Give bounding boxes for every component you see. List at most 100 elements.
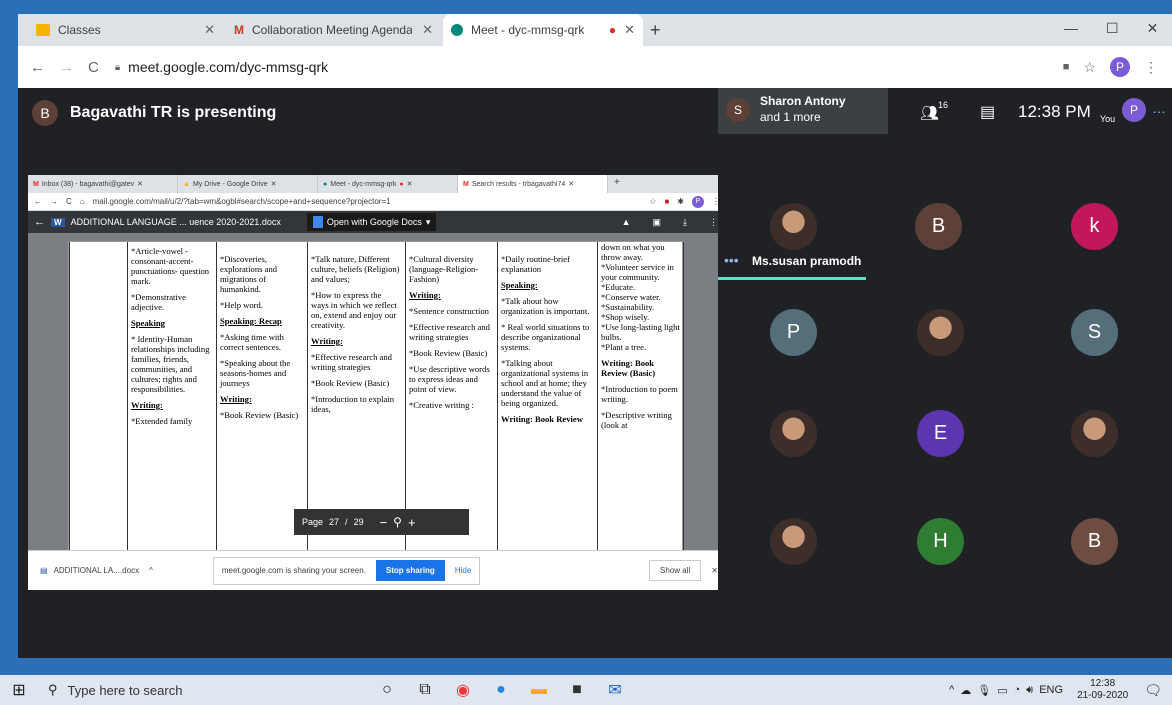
pinned-box[interactable]: S Sharon Antony and 1 more xyxy=(718,88,888,134)
star-icon[interactable]: ☆ xyxy=(649,197,656,206)
cortana-icon[interactable]: ○ xyxy=(368,675,406,705)
extension-icon[interactable]: ■ xyxy=(664,197,669,206)
close-icon[interactable]: ✕ xyxy=(407,180,413,188)
participant-tile[interactable] xyxy=(770,518,817,565)
close-icon[interactable]: ✕ xyxy=(137,180,143,188)
edge-icon[interactable]: ● xyxy=(482,675,520,705)
download-file-name[interactable]: ADDITIONAL LA....docx xyxy=(54,566,140,575)
url-field[interactable]: meet.google.com/dyc-mmsg-qrk xyxy=(128,59,328,75)
close-icon[interactable]: ✕ xyxy=(711,566,718,575)
word-icon: W xyxy=(51,217,65,227)
participant-tile[interactable] xyxy=(917,309,964,356)
page-number-input[interactable]: 27 xyxy=(329,517,339,527)
onedrive-icon[interactable]: ☁ xyxy=(960,684,971,697)
back-icon[interactable]: ← xyxy=(34,216,45,228)
doc-col-5: *Daily routine-brief explanation Speaking… xyxy=(501,254,590,424)
close-icon[interactable]: ✕ xyxy=(624,22,635,38)
reload-icon[interactable]: C xyxy=(66,197,72,206)
task-view-icon[interactable]: ⧉ xyxy=(406,675,444,705)
more-options-icon[interactable]: … xyxy=(1152,100,1166,116)
participant-tile[interactable]: B xyxy=(1071,518,1118,565)
close-icon[interactable]: ✕ xyxy=(568,180,574,188)
close-icon[interactable]: ✕ xyxy=(422,22,433,38)
new-tab-button[interactable]: + xyxy=(608,175,626,193)
hide-button[interactable]: Hide xyxy=(455,566,471,575)
close-icon[interactable]: ✕ xyxy=(204,22,215,38)
stop-sharing-button[interactable]: Stop sharing xyxy=(375,560,445,581)
gmail-icon: M xyxy=(234,23,244,37)
zoom-in-icon[interactable]: + xyxy=(408,515,416,530)
back-icon[interactable]: ← xyxy=(30,59,45,76)
volume-icon[interactable]: 🔊︎ xyxy=(1026,684,1033,697)
outer-browser: Classes ✕ M Collaboration Meeting Agenda… xyxy=(18,14,1172,88)
participant-tile[interactable]: S xyxy=(1071,309,1118,356)
battery-icon[interactable]: ▭ xyxy=(997,684,1007,697)
print-icon[interactable]: ▣ xyxy=(653,217,662,228)
language-indicator[interactable]: ENG xyxy=(1039,684,1063,696)
search-icon: ⚲ xyxy=(48,682,58,697)
chrome-icon[interactable]: ◉ xyxy=(444,675,482,705)
participant-tile[interactable] xyxy=(770,203,817,250)
more-icon[interactable]: ⋮ xyxy=(709,217,718,228)
maximize-button[interactable]: ☐ xyxy=(1106,20,1119,37)
forward-icon[interactable]: → xyxy=(59,59,74,76)
windows-start-icon[interactable]: ⊞ xyxy=(0,675,38,705)
chevron-up-icon[interactable]: ^ xyxy=(949,684,954,696)
address-bar-row: ← → C 🔒︎ meet.google.com/dyc-mmsg-qrk ■ … xyxy=(18,46,1172,88)
home-icon[interactable]: ⌂ xyxy=(80,197,85,206)
star-icon[interactable]: ☆ xyxy=(1083,59,1096,76)
participant-tile[interactable]: k xyxy=(1071,203,1118,250)
profile-avatar[interactable]: P xyxy=(1110,57,1130,77)
clock[interactable]: 12:38 21-09-2020 xyxy=(1077,678,1128,702)
taskbar-search[interactable]: ⚲ Type here to search xyxy=(38,675,338,705)
participant-tile[interactable]: E xyxy=(917,410,964,457)
inner-profile-avatar[interactable]: P xyxy=(692,195,704,208)
tab-agenda[interactable]: M Collaboration Meeting Agenda - ✕ xyxy=(226,14,441,46)
inner-url[interactable]: mail.google.com/mail/u/2/?tab=wm&ogbl#se… xyxy=(93,197,391,206)
forward-icon[interactable]: → xyxy=(50,197,58,206)
puzzle-icon[interactable]: ✱ xyxy=(677,197,684,206)
file-explorer-icon[interactable]: ▬ xyxy=(520,675,558,705)
inner-tab-meet[interactable]: ● Meet - dyc-mmsg-qrk ● ✕ xyxy=(318,175,458,193)
close-icon[interactable]: ✕ xyxy=(271,180,277,188)
meet-icon: ● xyxy=(323,180,328,188)
tab-classes[interactable]: Classes ✕ xyxy=(28,14,223,46)
recording-dot-icon: ● xyxy=(399,180,404,188)
download-icon[interactable]: ⤓ xyxy=(683,217,687,228)
tab-meet[interactable]: Meet - dyc-mmsg-qrk ● ✕ xyxy=(443,14,643,46)
notifications-icon[interactable]: 🗨︎ xyxy=(1144,682,1162,699)
participant-tile[interactable] xyxy=(770,410,817,457)
participant-tile[interactable]: H xyxy=(917,518,964,565)
chevron-up-icon[interactable]: ^ xyxy=(149,566,153,575)
new-tab-button[interactable]: + xyxy=(650,20,661,41)
microphone-icon[interactable]: 🎙︎ xyxy=(977,684,991,697)
lock-icon: 🔒︎ xyxy=(114,61,121,73)
reload-icon[interactable]: C xyxy=(88,59,99,76)
show-all-button[interactable]: Show all xyxy=(649,560,702,581)
back-icon[interactable]: ← xyxy=(34,197,42,206)
inner-tab-drive[interactable]: ▲ My Drive - Google Drive ✕ xyxy=(178,175,318,193)
window-close-button[interactable]: ✕ xyxy=(1147,20,1159,37)
speaking-icon: ••• xyxy=(724,252,739,268)
zoom-out-icon[interactable]: − xyxy=(380,515,388,530)
participant-tile[interactable]: P xyxy=(770,309,817,356)
mail-icon[interactable]: ✉ xyxy=(596,675,634,705)
camera-icon[interactable]: ■ xyxy=(1063,61,1070,73)
document-page: *Article-vowel - consonant-accent- punct… xyxy=(68,241,684,590)
chat-icon[interactable]: ▤ xyxy=(980,102,995,122)
menu-icon[interactable]: ⋮ xyxy=(1144,59,1158,76)
doc-col-6: down on what you throw away. *Volunteer s… xyxy=(601,242,680,430)
inner-tab-inbox[interactable]: M Inbox (38) - bagavathi@gatev ✕ xyxy=(28,175,178,193)
participant-tile[interactable] xyxy=(1071,410,1118,457)
participant-tile[interactable]: B xyxy=(915,203,962,250)
add-to-drive-icon[interactable]: ▲ xyxy=(622,217,631,227)
taskbar: ⊞ ⚲ Type here to search ○ ⧉ ◉ ● ▬ ■ ✉ ^ … xyxy=(0,675,1172,705)
open-with-docs-button[interactable]: Open with Google Docs ▾ xyxy=(306,213,437,231)
wifi-icon[interactable]: ◔ xyxy=(1014,684,1021,696)
store-icon[interactable]: ■ xyxy=(558,675,596,705)
people-icon[interactable]: 👥︎ xyxy=(920,104,939,122)
meet-time: 12:38 PM xyxy=(1018,102,1091,121)
inner-tab-search[interactable]: M Search results - trbagavathi74 ✕ xyxy=(458,175,608,193)
download-bar: ▤ ADDITIONAL LA....docx ^ meet.google.co… xyxy=(28,550,728,590)
minimize-button[interactable]: — xyxy=(1064,20,1078,37)
